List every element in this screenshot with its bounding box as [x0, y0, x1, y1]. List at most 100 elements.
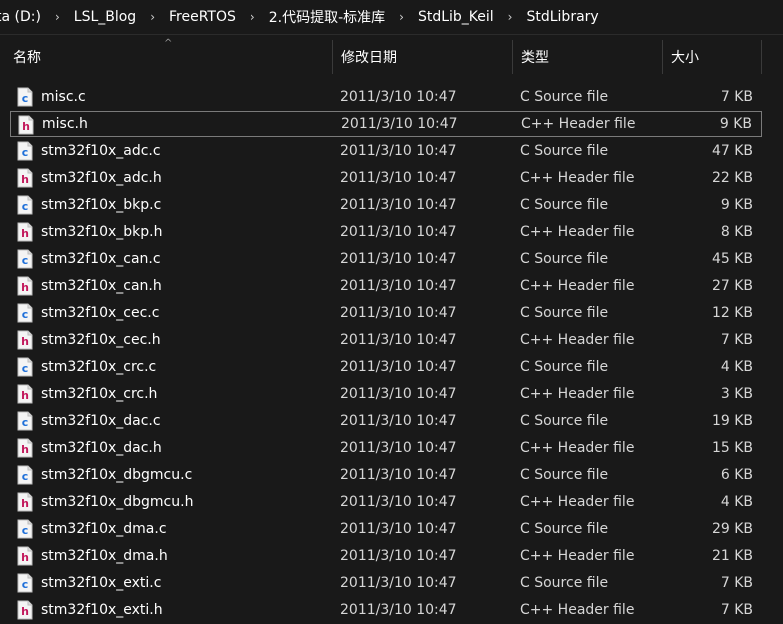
- svg-text:c: c: [22, 524, 29, 537]
- h-file-icon: h: [17, 168, 33, 188]
- file-row[interactable]: h stm32f10x_bkp.h 2011/3/10 10:47 C++ Heade…: [10, 219, 762, 245]
- breadcrumb-lsl-blog[interactable]: LSL_Blog: [70, 9, 140, 25]
- file-type: C Source file: [520, 359, 609, 375]
- file-size: 21 KB: [711, 548, 753, 564]
- file-row[interactable]: c stm32f10x_exti.c 2011/3/10 10:47 C Source…: [10, 570, 762, 596]
- h-file-icon: h: [17, 492, 33, 512]
- file-name: stm32f10x_dac.c: [41, 413, 161, 429]
- file-date: 2011/3/10 10:47: [340, 494, 457, 510]
- svg-text:h: h: [21, 605, 29, 618]
- file-row[interactable]: h stm32f10x_cec.h 2011/3/10 10:47 C++ Heade…: [10, 327, 762, 353]
- file-type: C++ Header file: [520, 440, 635, 456]
- file-row[interactable]: h stm32f10x_adc.h 2011/3/10 10:47 C++ Heade…: [10, 165, 762, 191]
- file-row[interactable]: h stm32f10x_can.h 2011/3/10 10:47 C++ Heade…: [10, 273, 762, 299]
- c-file-icon: c: [17, 519, 33, 539]
- file-date: 2011/3/10 10:47: [340, 332, 457, 348]
- file-row[interactable]: h stm32f10x_dbgmcu.h 2011/3/10 10:47 C++ He…: [10, 489, 762, 515]
- file-row[interactable]: c stm32f10x_crc.c 2011/3/10 10:47 C Source …: [10, 354, 762, 380]
- chevron-right-icon[interactable]: ›: [240, 10, 265, 24]
- file-size: 22 KB: [711, 170, 753, 186]
- chevron-right-icon[interactable]: ›: [498, 10, 523, 24]
- chevron-right-icon[interactable]: ›: [45, 10, 70, 24]
- h-file-icon: h: [17, 600, 33, 620]
- column-header-date[interactable]: 修改日期: [332, 40, 512, 74]
- file-type: C++ Header file: [520, 332, 635, 348]
- column-header-size[interactable]: 大小: [662, 40, 762, 74]
- file-row[interactable]: c misc.c 2011/3/10 10:47 C Source file 7 KB: [10, 84, 762, 110]
- svg-text:c: c: [22, 200, 29, 213]
- file-row[interactable]: h stm32f10x_exti.h 2011/3/10 10:47 C++ Head…: [10, 597, 762, 623]
- svg-text:c: c: [22, 416, 29, 429]
- file-row[interactable]: c stm32f10x_cec.c 2011/3/10 10:47 C Source …: [10, 300, 762, 326]
- file-row[interactable]: h stm32f10x_dma.h 2011/3/10 10:47 C++ Heade…: [10, 543, 762, 569]
- file-row[interactable]: c stm32f10x_dbgmcu.c 2011/3/10 10:47 C Sour…: [10, 462, 762, 488]
- file-type: C++ Header file: [520, 170, 635, 186]
- c-file-icon: c: [17, 411, 33, 431]
- file-row[interactable]: c stm32f10x_dma.c 2011/3/10 10:47 C Source …: [10, 516, 762, 542]
- file-name: stm32f10x_can.c: [41, 251, 161, 267]
- file-row[interactable]: c stm32f10x_adc.c 2011/3/10 10:47 C Source …: [10, 138, 762, 164]
- file-date: 2011/3/10 10:47: [340, 197, 457, 213]
- file-date: 2011/3/10 10:47: [340, 548, 457, 564]
- file-type: C Source file: [520, 197, 609, 213]
- file-name: stm32f10x_cec.c: [41, 305, 160, 321]
- chevron-right-icon[interactable]: ›: [140, 10, 165, 24]
- file-type: C++ Header file: [520, 602, 635, 618]
- file-row[interactable]: c stm32f10x_dac.c 2011/3/10 10:47 C Source …: [10, 408, 762, 434]
- file-type: C Source file: [520, 251, 609, 267]
- file-row[interactable]: h stm32f10x_dac.h 2011/3/10 10:47 C++ Heade…: [10, 435, 762, 461]
- file-size: 3 KB: [720, 386, 753, 402]
- svg-text:h: h: [21, 389, 29, 402]
- column-header-type[interactable]: 类型: [512, 40, 662, 74]
- file-type: C++ Header file: [520, 548, 635, 564]
- file-type: C++ Header file: [520, 494, 635, 510]
- c-file-icon: c: [17, 465, 33, 485]
- file-name: stm32f10x_cec.h: [41, 332, 161, 348]
- file-type: C Source file: [520, 305, 609, 321]
- svg-text:c: c: [22, 578, 29, 591]
- file-date: 2011/3/10 10:47: [340, 170, 457, 186]
- svg-text:c: c: [22, 308, 29, 321]
- file-date: 2011/3/10 10:47: [340, 413, 457, 429]
- svg-text:h: h: [22, 120, 30, 133]
- file-name: stm32f10x_crc.c: [41, 359, 157, 375]
- file-row[interactable]: c stm32f10x_bkp.c 2011/3/10 10:47 C Source …: [10, 192, 762, 218]
- file-date: 2011/3/10 10:47: [340, 521, 457, 537]
- file-date: 2011/3/10 10:47: [340, 575, 457, 591]
- file-name: stm32f10x_can.h: [41, 278, 162, 294]
- file-date: 2011/3/10 10:47: [340, 305, 457, 321]
- breadcrumb-drive[interactable]: ta (D:): [0, 9, 45, 25]
- file-date: 2011/3/10 10:47: [340, 89, 457, 105]
- file-type: C++ Header file: [520, 224, 635, 240]
- c-file-icon: c: [17, 303, 33, 323]
- file-size: 7 KB: [720, 602, 753, 618]
- file-date: 2011/3/10 10:47: [340, 386, 457, 402]
- file-name: stm32f10x_exti.h: [41, 602, 163, 618]
- file-date: 2011/3/10 10:47: [340, 602, 457, 618]
- file-row[interactable]: h misc.h 2011/3/10 10:47 C++ Header file 9 K…: [10, 111, 762, 137]
- h-file-icon: h: [17, 330, 33, 350]
- file-row[interactable]: h stm32f10x_crc.h 2011/3/10 10:47 C++ Heade…: [10, 381, 762, 407]
- file-type: C++ Header file: [521, 116, 636, 132]
- breadcrumb-stdlibrary[interactable]: StdLibrary: [522, 9, 602, 25]
- chevron-right-icon[interactable]: ›: [389, 10, 414, 24]
- breadcrumb-code-extract[interactable]: 2.代码提取-标准库: [265, 7, 389, 27]
- file-type: C Source file: [520, 521, 609, 537]
- c-file-icon: c: [17, 573, 33, 593]
- file-date: 2011/3/10 10:47: [340, 467, 457, 483]
- file-size: 8 KB: [720, 224, 753, 240]
- file-row[interactable]: c stm32f10x_can.c 2011/3/10 10:47 C Source …: [10, 246, 762, 272]
- file-type: C++ Header file: [520, 386, 635, 402]
- breadcrumb-freertos[interactable]: FreeRTOS: [165, 9, 240, 25]
- h-file-icon: h: [17, 438, 33, 458]
- sort-ascending-icon: ^: [164, 38, 173, 49]
- h-file-icon: h: [17, 276, 33, 296]
- breadcrumb-stdlib-keil[interactable]: StdLib_Keil: [414, 9, 498, 25]
- svg-text:c: c: [22, 362, 29, 375]
- svg-text:h: h: [21, 443, 29, 456]
- file-name: stm32f10x_exti.c: [41, 575, 162, 591]
- file-size: 15 KB: [711, 440, 753, 456]
- h-file-icon: h: [18, 115, 34, 135]
- file-date: 2011/3/10 10:47: [340, 143, 457, 159]
- file-type: C Source file: [520, 467, 609, 483]
